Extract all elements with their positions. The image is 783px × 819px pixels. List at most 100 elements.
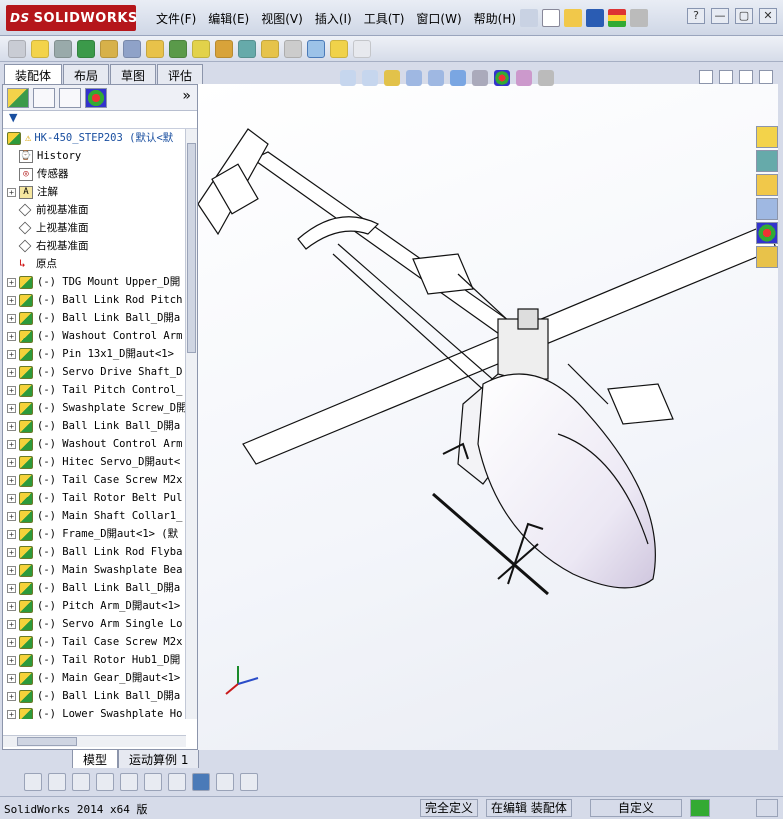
expand-icon[interactable]: + bbox=[7, 385, 16, 395]
menu-view[interactable]: 视图(V) bbox=[255, 10, 309, 27]
maximize-button[interactable]: ▢ bbox=[735, 8, 753, 24]
tree-item-component[interactable]: + (-) Washout Control Arm bbox=[3, 327, 197, 345]
linear-pattern-icon[interactable] bbox=[77, 39, 95, 58]
bottom-tool-icon[interactable] bbox=[72, 773, 90, 791]
expand-icon[interactable]: + bbox=[7, 421, 16, 431]
feature-manager-tab-icon[interactable] bbox=[7, 87, 29, 108]
scroll-thumb[interactable] bbox=[17, 737, 77, 746]
layout-single-icon[interactable] bbox=[192, 773, 210, 791]
display-manager-tab-icon[interactable] bbox=[85, 87, 107, 108]
edit-appearance-icon[interactable] bbox=[494, 70, 510, 86]
pin-icon[interactable] bbox=[520, 9, 538, 27]
view-palette-icon[interactable] bbox=[756, 198, 778, 220]
expand-icon[interactable]: + bbox=[7, 277, 16, 287]
menu-file[interactable]: 文件(F) bbox=[150, 10, 202, 27]
expand-icon[interactable]: + bbox=[7, 691, 16, 701]
expand-icon[interactable]: + bbox=[7, 439, 16, 449]
expand-icon[interactable]: + bbox=[7, 529, 16, 539]
new-document-icon[interactable] bbox=[542, 9, 560, 27]
display-style-icon[interactable] bbox=[450, 70, 466, 86]
tree-item-component[interactable]: + (-) Tail Case Screw M2x bbox=[3, 633, 197, 651]
new-motion-study-icon[interactable] bbox=[215, 39, 233, 58]
expand-icon[interactable]: + bbox=[7, 565, 16, 575]
tab-sketch[interactable]: 草图 bbox=[110, 64, 157, 86]
graphics-area[interactable] bbox=[198, 84, 778, 750]
tree-item-component[interactable]: + (-) Ball Link Ball_D開a bbox=[3, 687, 197, 705]
tree-item-component[interactable]: + (-) Ball Link Ball_D開a bbox=[3, 309, 197, 327]
menu-tools[interactable]: 工具(T) bbox=[358, 10, 411, 27]
close-button[interactable]: ✕ bbox=[759, 8, 777, 24]
tree-item-component[interactable]: + (-) Ball Link Rod Pitch bbox=[3, 291, 197, 309]
save-icon[interactable] bbox=[586, 9, 604, 27]
expand-icon[interactable]: + bbox=[7, 619, 16, 629]
instant3d-icon[interactable] bbox=[353, 39, 371, 58]
expand-icon[interactable]: + bbox=[7, 637, 16, 647]
assembly-features-icon[interactable] bbox=[169, 39, 187, 58]
layout-horizontal-icon[interactable] bbox=[216, 773, 234, 791]
interference-detection-icon[interactable] bbox=[307, 39, 325, 58]
expand-icon[interactable]: + bbox=[7, 331, 16, 341]
menu-help[interactable]: 帮助(H) bbox=[468, 10, 522, 27]
view-orientation-icon[interactable] bbox=[428, 70, 444, 86]
viewport-split-icon[interactable] bbox=[719, 70, 733, 84]
tab-model[interactable]: 模型 bbox=[72, 750, 119, 770]
home-icon[interactable] bbox=[756, 126, 778, 148]
hide-show-items-icon[interactable] bbox=[472, 70, 488, 86]
tree-item-component[interactable]: + (-) Hitec Servo_D開aut< bbox=[3, 453, 197, 471]
tree-item-history[interactable]: ⌚ History bbox=[3, 147, 197, 165]
expand-icon[interactable]: + bbox=[7, 547, 16, 557]
expand-chevron-icon[interactable]: » bbox=[182, 88, 191, 104]
bottom-tool-icon[interactable] bbox=[144, 773, 162, 791]
tree-root[interactable]: ⚠ HK-450_STEP203 (默认<默 bbox=[3, 129, 197, 147]
tree-item-component[interactable]: + (-) TDG Mount Upper_D開 bbox=[3, 273, 197, 291]
options-icon[interactable] bbox=[630, 9, 648, 27]
file-explorer-icon[interactable] bbox=[756, 174, 778, 196]
help-button[interactable]: ? bbox=[687, 8, 705, 24]
expand-icon[interactable]: + bbox=[7, 313, 16, 323]
clearance-verification-icon[interactable] bbox=[330, 39, 348, 58]
bottom-tool-icon[interactable] bbox=[120, 773, 138, 791]
filter-icon[interactable]: ▼ bbox=[9, 111, 17, 124]
tree-item-component[interactable]: + (-) Tail Rotor Hub1_D開 bbox=[3, 651, 197, 669]
tab-motion-study[interactable]: 运动算例 1 bbox=[118, 750, 200, 770]
expand-icon[interactable]: + bbox=[7, 493, 16, 503]
previous-view-icon[interactable] bbox=[384, 70, 400, 86]
tree-item-component[interactable]: + (-) Servo Drive Shaft_D bbox=[3, 363, 197, 381]
explode-line-sketch-icon[interactable] bbox=[284, 39, 302, 58]
zoom-to-fit-icon[interactable] bbox=[340, 70, 356, 86]
bottom-tool-icon[interactable] bbox=[24, 773, 42, 791]
tree-item-component[interactable]: + (-) Tail Rotor Belt Pul bbox=[3, 489, 197, 507]
tree-item-top-plane[interactable]: 上视基准面 bbox=[3, 219, 197, 237]
exploded-view-icon[interactable] bbox=[261, 39, 279, 58]
new-part-icon[interactable] bbox=[31, 39, 49, 58]
expand-icon[interactable]: + bbox=[7, 349, 16, 359]
tree-item-component[interactable]: + (-) Lower Swashplate Ho bbox=[3, 705, 197, 719]
bill-of-materials-icon[interactable] bbox=[238, 39, 256, 58]
tree-item-right-plane[interactable]: 右视基准面 bbox=[3, 237, 197, 255]
custom-properties-icon[interactable] bbox=[756, 246, 778, 268]
menu-insert[interactable]: 插入(I) bbox=[309, 10, 358, 27]
expand-icon[interactable]: + bbox=[7, 655, 16, 665]
menu-edit[interactable]: 编辑(E) bbox=[202, 10, 255, 27]
expand-icon[interactable]: + bbox=[7, 475, 16, 485]
appearances-icon[interactable] bbox=[756, 222, 778, 244]
tab-layout[interactable]: 布局 bbox=[63, 64, 110, 86]
tree-vertical-scrollbar[interactable] bbox=[185, 129, 197, 719]
expand-icon[interactable]: + bbox=[7, 403, 16, 413]
expand-icon[interactable]: + bbox=[7, 601, 16, 611]
tree-filter[interactable]: ▼ bbox=[3, 111, 197, 129]
tree-item-origin[interactable]: ↳ 原点 bbox=[3, 255, 197, 273]
expand-icon[interactable]: + bbox=[7, 457, 16, 467]
show-hidden-icon[interactable] bbox=[146, 39, 164, 58]
solidworks-logo[interactable]: DS SOLIDWORKS bbox=[6, 5, 137, 31]
tree-item-component[interactable]: + (-) Tail Pitch Control_ bbox=[3, 381, 197, 399]
expand-icon[interactable]: + bbox=[7, 295, 16, 305]
tree-item-annotations[interactable]: + A 注解 bbox=[3, 183, 197, 201]
tree-item-component[interactable]: + (-) Ball Link Rod Flyba bbox=[3, 543, 197, 561]
bottom-tool-icon[interactable] bbox=[96, 773, 114, 791]
tree-item-component[interactable]: + (-) Main Gear_D開aut<1> bbox=[3, 669, 197, 687]
tree-item-component[interactable]: + (-) Tail Case Screw M2x bbox=[3, 471, 197, 489]
units-status[interactable]: 自定义 bbox=[590, 799, 682, 817]
tree-item-component[interactable]: + (-) Ball Link Ball_D開a bbox=[3, 579, 197, 597]
scroll-thumb[interactable] bbox=[187, 143, 196, 353]
